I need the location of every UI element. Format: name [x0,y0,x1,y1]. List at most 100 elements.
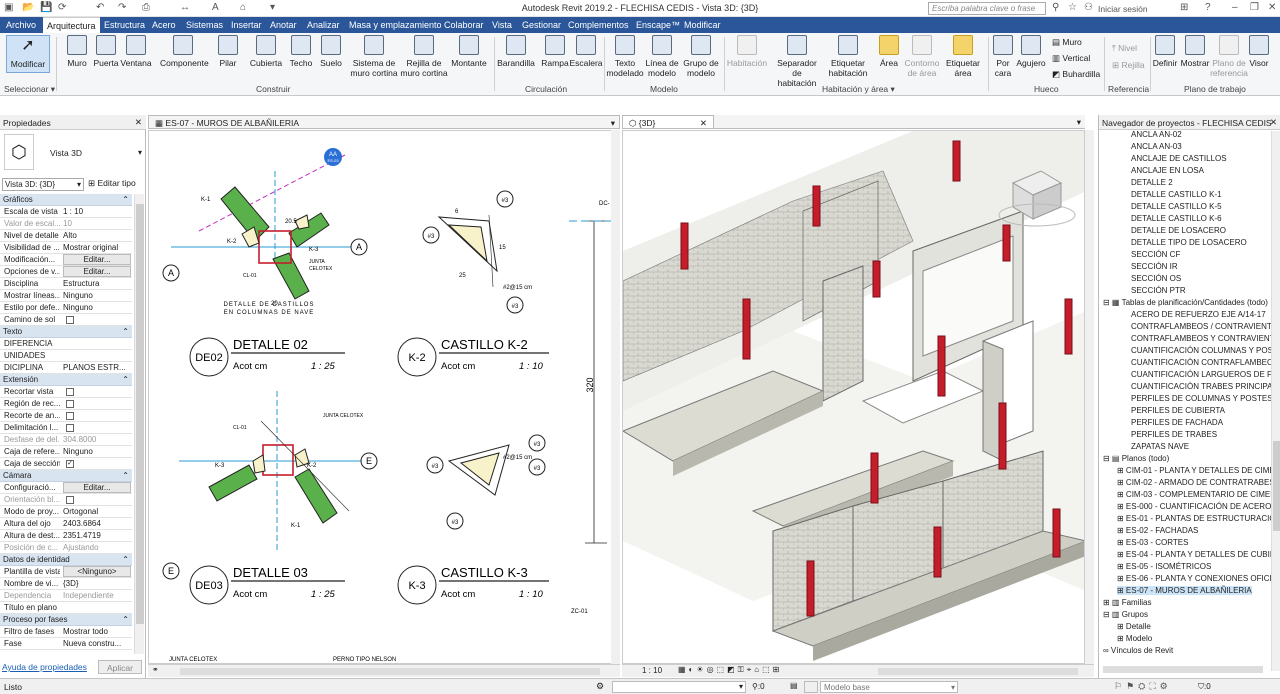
view-controls[interactable]: ▦◐☀◎⬚◩⚿⌖⌂⬚⊞ [678,665,782,675]
design-option-button[interactable] [804,681,818,693]
browser-item[interactable]: DETALLE CASTILLO K-6 [1131,214,1222,223]
prop-row[interactable]: Opciones de v... Editar... [0,266,132,278]
close-properties-icon[interactable]: ✕ [135,117,142,128]
tab-vista[interactable]: Vista [492,20,512,30]
shaft-button[interactable]: Agujero [1008,35,1054,68]
tab-drawing-view[interactable]: ▦ ES-07 - MUROS DE ALBAÑILERIA ▾ [148,115,620,129]
edit-type-button[interactable]: ⊞ Editar tipo [88,178,136,189]
close-browser-icon[interactable]: ✕ [1270,117,1277,128]
browser-item[interactable]: ⊞ CIM-02 - ARMADO DE CONTRATRABES [1117,478,1275,487]
design-option-dropdown[interactable]: Modelo base ▾ [820,681,958,693]
curtain-system-button[interactable]: Sistema de muro cortina [350,35,398,78]
browser-item[interactable]: ⊞ ES-04 - PLANTA Y DETALLES DE CUBIERTA [1117,550,1280,559]
view-control-icon[interactable]: ⚭ [152,665,159,674]
browser-folder-links[interactable]: ∞ Vínculos de Revit [1103,646,1173,655]
browser-item[interactable]: PERFILES DE TRABES [1131,430,1217,439]
minimize-icon[interactable]: – [1232,2,1238,13]
3d-vscroll[interactable] [1085,130,1094,664]
help-icon[interactable]: ? [1205,2,1211,13]
browser-item[interactable]: CONTRAFLAMBEOS / CONTRAVIENTOS [1131,322,1280,331]
prop-row[interactable]: Fase Nueva constru... [0,638,132,650]
browser-item[interactable]: ⊞ ES-000 - CUANTIFICACIÓN DE ACERO E [1117,502,1279,511]
browser-item[interactable]: SECCIÓN CF [1131,250,1180,259]
browser-item[interactable]: DETALLE CASTILLO K-5 [1131,202,1222,211]
browser-item[interactable]: ⊞ ES-02 - FACHADAS [1117,526,1198,535]
browser-scrollbar[interactable] [1271,131,1280,671]
browser-item[interactable]: CUANTIFICACIÓN LARGUEROS DE FACHADA [1131,370,1280,379]
browser-item[interactable]: ⊞ ES-05 - ISOMÉTRICOS [1117,562,1211,571]
viewer-button[interactable]: Visor [1240,35,1278,68]
browser-item[interactable]: ⊞ Detalle [1117,622,1151,631]
window-button[interactable]: Ventana [113,35,159,68]
browser-item[interactable]: CUANTIFICACIÓN CONTRAFLAMBEOS Y [1131,358,1280,367]
browser-item[interactable]: CONTRAFLAMBEOS Y CONTRAVIENTOS [1131,334,1280,343]
tab-arquitectura[interactable]: Arquitectura [43,17,100,33]
prop-row[interactable]: Configuració... Editar... [0,482,132,494]
browser-item[interactable]: DETALLE CASTILLO K-1 [1131,190,1222,199]
prop-row[interactable]: DICIPLINA PLANOS ESTR... [0,362,132,374]
tab-menu-icon[interactable]: ▾ [611,118,615,129]
view-template-button[interactable]: <Ninguno> [63,566,131,577]
section-extension[interactable]: Extensión ⌃ [0,374,132,386]
prop-row[interactable]: Nivel de detalle Alto [0,230,132,242]
prop-row[interactable]: Región de rec... [0,398,132,410]
browser-item[interactable]: ANCLA AN-03 [1131,142,1182,151]
filter-icon[interactable]: ⛉:0 [1198,682,1211,692]
browser-item[interactable]: ⊞ ES-06 - PLANTA Y CONEXIONES OFICINAS [1117,574,1280,583]
edit-render-button[interactable]: Editar... [63,482,131,493]
selection-toggles[interactable]: ⚐⚑⛭⛶⚙ [1114,681,1172,692]
tab-anotar[interactable]: Anotar [270,20,297,30]
tab-complementos[interactable]: Complementos [568,20,629,30]
view-scale[interactable]: 1 : 10 [642,666,662,675]
tab-estructura[interactable]: Estructura [104,20,145,30]
section-identidad[interactable]: Datos de identidad ⌃ [0,554,132,566]
browser-item[interactable]: ZAPATAS NAVE [1131,442,1189,451]
worksets-icon[interactable]: ⚙ [596,681,604,692]
tab-insertar[interactable]: Insertar [231,20,262,30]
cart-icon[interactable]: ⊞ [1180,2,1188,13]
component-button[interactable]: Componente [160,35,209,68]
mullion-button[interactable]: Montante [446,35,492,68]
prop-row[interactable]: Modificación... Editar... [0,254,132,266]
browser-hscroll[interactable] [1103,666,1263,673]
tab-menu-icon[interactable]: ▾ [1077,117,1081,128]
browser-item[interactable]: ⊞ Modelo [1117,634,1152,643]
drawing-canvas[interactable]: A A AA ES-03 K-1 K-2 K-3 CL-01 JUNTA CEL… [148,130,620,664]
group-seleccionar[interactable]: Seleccionar ▾ [4,84,55,95]
model-group-button[interactable]: Grupo de modelo [678,35,724,78]
prop-row[interactable]: Altura de dest... 2351.4719 [0,530,132,542]
maximize-icon[interactable]: ❐ [1250,2,1259,13]
prop-row[interactable]: Nombre de vi... {3D} [0,578,132,590]
properties-scrollbar[interactable] [134,194,144,654]
editable-only-icon[interactable]: ⚲:0 [752,682,765,691]
search-input[interactable]: Escriba palabra clave o frase [928,2,1046,15]
area-boundary-button[interactable]: Contorno de área [899,35,945,78]
prop-row[interactable]: Plantilla de vista <Ninguno> [0,566,132,578]
browser-item[interactable]: DETALLE TIPO DE LOSACERO [1131,238,1247,247]
prop-row[interactable]: Camino de sol [0,314,132,326]
properties-help-link[interactable]: Ayuda de propiedades [2,662,87,672]
type-selector[interactable]: Vista 3D [50,148,82,158]
browser-item[interactable]: PERFILES DE CUBIERTA [1131,406,1225,415]
browser-folder-groups[interactable]: ⊟ ▥ Grupos [1103,610,1148,619]
vertical-opening-button[interactable]: ▥ Vertical [1052,53,1090,64]
3d-view-canvas[interactable] [622,130,1085,664]
prop-row[interactable]: Recortar vista [0,386,132,398]
browser-item[interactable]: ⊞ CIM-01 - PLANTA Y DETALLES DE CIMENTAC… [1117,466,1280,475]
room-button[interactable]: Habitación [724,35,770,68]
drawing-vscroll[interactable] [611,130,620,664]
modify-button[interactable]: ➚ Modificar [6,35,50,73]
type-dropdown-icon[interactable]: ▾ [138,148,142,157]
group-habitacion[interactable]: Habitación y área ▾ [822,84,895,95]
apply-button[interactable]: Aplicar [98,660,142,674]
design-options-icon[interactable]: ▤ [790,681,798,690]
crop-region-checkbox[interactable] [66,400,74,408]
prop-row[interactable]: Disciplina Estructura [0,278,132,290]
tab-3d-view[interactable]: ⬡ {3D} ✕ [622,115,714,129]
signin-link[interactable]: Iniciar sesión [1098,4,1148,14]
browser-item[interactable]: ⊞ ES-07 - MUROS DE ALBAÑILERIA [1117,586,1252,595]
tab-gestionar[interactable]: Gestionar [522,20,561,30]
browser-item[interactable]: DETALLE DE LOSACERO [1131,226,1226,235]
browser-item[interactable]: ACERO DE REFUERZO EJE A/14-17 [1131,310,1266,319]
prop-row[interactable]: Altura del ojo 2403.6864 [0,518,132,530]
